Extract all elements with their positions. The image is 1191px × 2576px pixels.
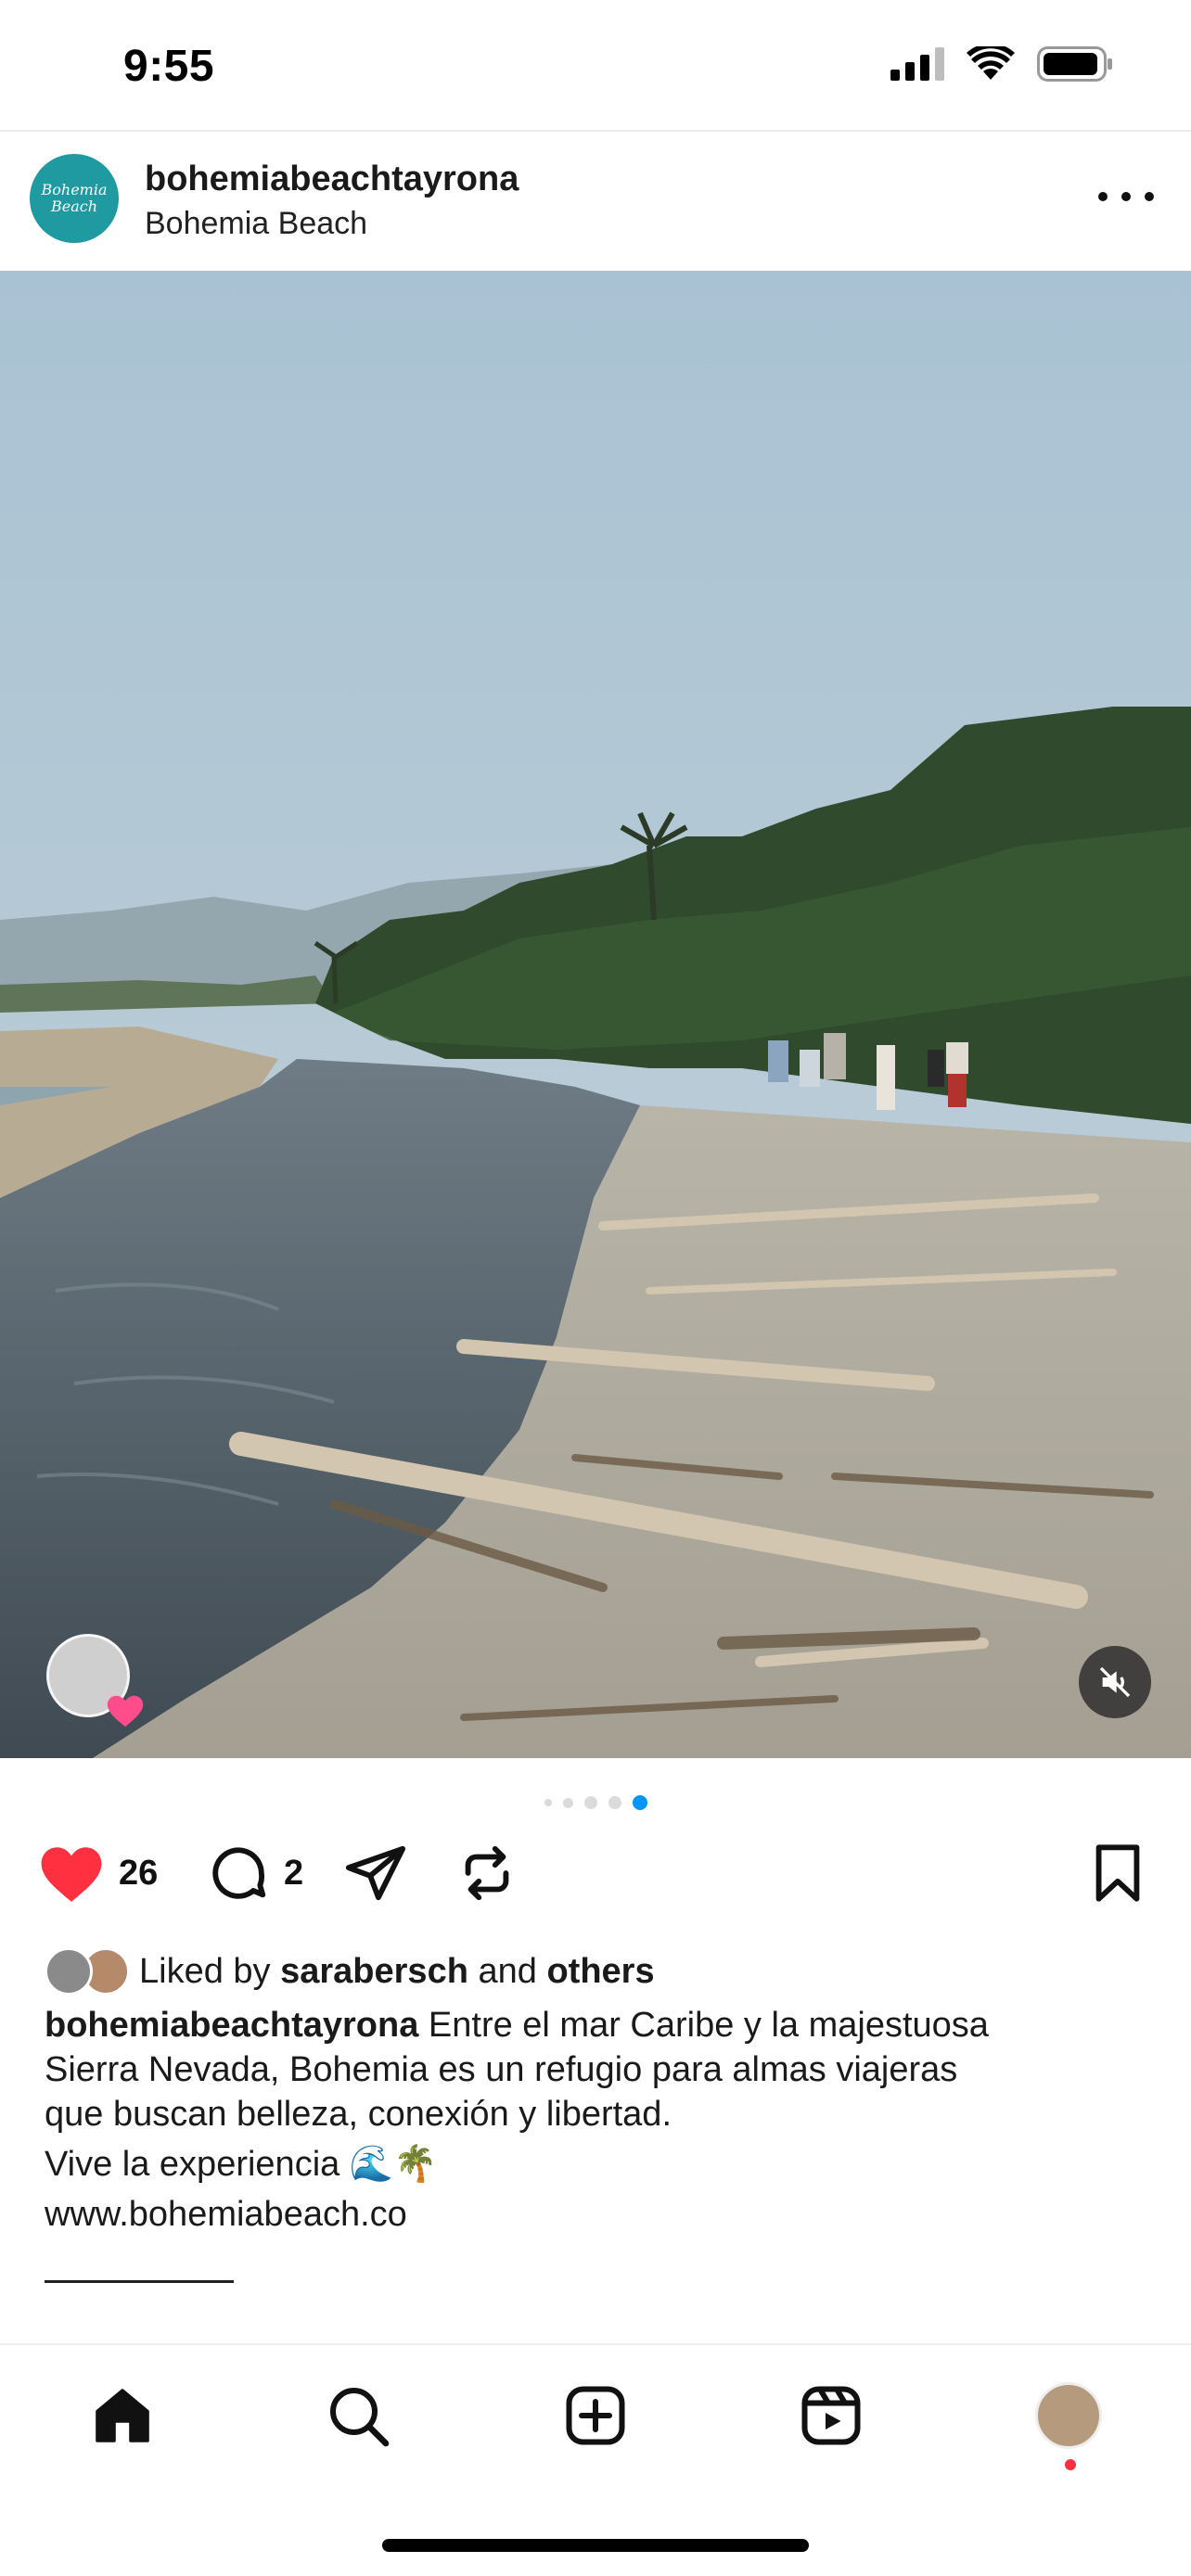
caption-separator bbox=[45, 2280, 234, 2283]
post-caption: bohemiabeachtayrona Entre el mar Caribe … bbox=[45, 2003, 1158, 2237]
status-time: 9:55 bbox=[123, 42, 215, 91]
carousel-dot bbox=[544, 1799, 552, 1806]
battery-icon bbox=[1037, 46, 1112, 82]
like-action[interactable]: 26 bbox=[37, 1841, 158, 1906]
carousel-dot bbox=[608, 1796, 621, 1809]
status-bar: 9:55 bbox=[0, 0, 1191, 130]
more-options-icon[interactable] bbox=[1098, 183, 1154, 210]
search-icon[interactable] bbox=[325, 2382, 391, 2449]
status-icons bbox=[890, 46, 1113, 82]
bottom-tab-bar bbox=[0, 2343, 1191, 2482]
post-header: Bohemia Beach bohemiabeachtayrona Bohemi… bbox=[0, 132, 1191, 271]
liker-avatar bbox=[45, 1947, 93, 1996]
tab-reels[interactable] bbox=[794, 2378, 868, 2453]
avatar-logo-text-1: Bohemia bbox=[41, 181, 108, 198]
tab-home[interactable] bbox=[85, 2378, 160, 2453]
carousel-dot bbox=[583, 1796, 597, 1809]
post-actions: 26 2 bbox=[0, 1841, 1191, 1915]
beach-photo-illustration bbox=[0, 271, 1191, 1758]
carousel-dot bbox=[562, 1797, 573, 1808]
wifi-icon bbox=[967, 46, 1015, 80]
reels-icon[interactable] bbox=[798, 2382, 864, 2449]
comment-icon[interactable] bbox=[206, 1841, 271, 1906]
tab-search[interactable] bbox=[321, 2378, 395, 2453]
heart-filled-icon[interactable] bbox=[37, 1841, 106, 1906]
home-indicator[interactable] bbox=[382, 2539, 809, 2552]
repost-action[interactable] bbox=[455, 1841, 519, 1906]
caption-text-line-2: Sierra Nevada, Bohemia es un refugio par… bbox=[45, 2050, 958, 2089]
liked-by-user[interactable]: sarabersch bbox=[280, 1952, 468, 1992]
caption-link[interactable]: www.bohemiabeach.co bbox=[45, 2192, 1158, 2237]
home-icon[interactable] bbox=[89, 2382, 156, 2449]
account-avatar[interactable]: Bohemia Beach bbox=[30, 154, 119, 243]
caption-text-line-1: Entre el mar Caribe y la majestuosa bbox=[428, 2006, 989, 2045]
caption-username[interactable]: bohemiabeachtayrona bbox=[45, 2006, 418, 2045]
mute-button[interactable] bbox=[1079, 1646, 1151, 1718]
save-action[interactable] bbox=[1085, 1841, 1150, 1906]
viewer-heart-icon bbox=[107, 1695, 144, 1728]
tab-create[interactable] bbox=[558, 2378, 633, 2453]
liked-by-others[interactable]: others bbox=[546, 1952, 654, 1992]
speaker-muted-icon bbox=[1099, 1666, 1131, 1698]
post-photo[interactable] bbox=[0, 271, 1191, 1758]
cellular-signal-icon bbox=[890, 47, 944, 81]
profile-notification-dot bbox=[1065, 2459, 1076, 2470]
caption-text-line-4: Vive la experiencia 🌊🌴 bbox=[45, 2145, 438, 2184]
carousel-dot-active bbox=[632, 1795, 647, 1810]
post-username[interactable]: bohemiabeachtayrona bbox=[145, 159, 519, 199]
profile-avatar[interactable] bbox=[1035, 2382, 1102, 2449]
tab-profile[interactable] bbox=[1031, 2378, 1106, 2453]
repost-icon[interactable] bbox=[455, 1841, 519, 1906]
avatar-logo-text-2: Beach bbox=[50, 198, 98, 215]
create-post-icon[interactable] bbox=[562, 2382, 629, 2449]
liked-by-avatars bbox=[45, 1945, 134, 1997]
paper-plane-icon[interactable] bbox=[343, 1841, 408, 1906]
post-location[interactable]: Bohemia Beach bbox=[145, 206, 367, 242]
liked-by-joiner: and bbox=[478, 1951, 537, 1991]
liked-by-row[interactable]: Liked by sarabersch and others bbox=[45, 1945, 655, 1997]
bookmark-icon[interactable] bbox=[1085, 1841, 1150, 1906]
share-action[interactable] bbox=[343, 1841, 408, 1906]
caption-text-line-3: que buscan belleza, conexión y libertad. bbox=[45, 2095, 672, 2134]
likes-count[interactable]: 26 bbox=[119, 1854, 158, 1894]
comments-count[interactable]: 2 bbox=[284, 1854, 303, 1894]
carousel-indicator bbox=[0, 1792, 1191, 1814]
comment-action[interactable]: 2 bbox=[206, 1841, 303, 1906]
liked-by-prefix: Liked by bbox=[139, 1951, 271, 1991]
